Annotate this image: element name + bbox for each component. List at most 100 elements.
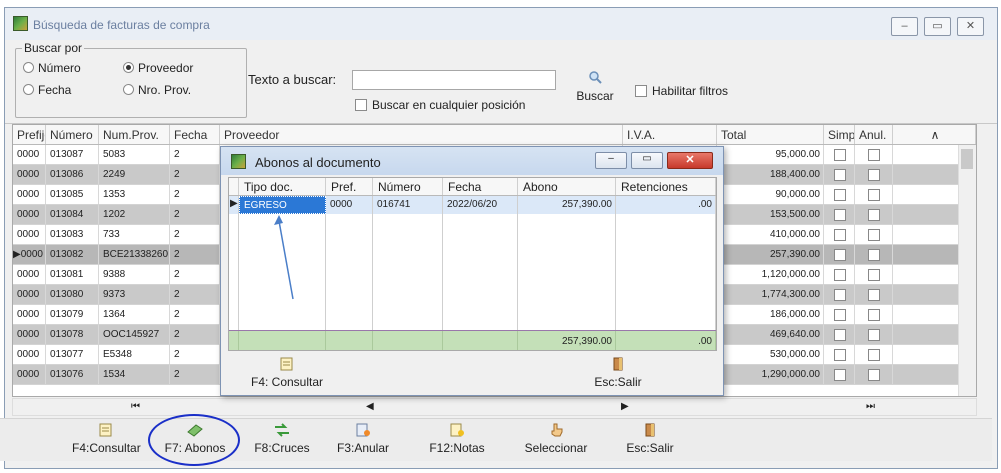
checkbox[interactable] [833,169,846,181]
cell-anul[interactable] [855,145,893,164]
cell-numprov[interactable]: 1534 [99,365,170,384]
radio-nro-prov[interactable]: Nro. Prov. [123,83,191,97]
cell-numero[interactable]: 013083 [46,225,99,244]
col-total[interactable]: Total [717,125,824,144]
cell-fecha[interactable]: 2022/06/20 [443,196,518,214]
checkbox[interactable] [868,369,880,381]
cell-retenciones[interactable]: .00 [616,196,716,214]
checkbox[interactable] [868,249,880,261]
cell-prefijo[interactable]: 0000 [13,185,46,204]
checkbox[interactable] [868,269,880,281]
checkbox[interactable] [833,309,846,321]
cell-prefijo[interactable]: 0000 [13,285,46,304]
cell-fecha[interactable]: 2 [170,165,220,184]
cell-anul[interactable] [855,365,893,384]
cell-numero[interactable]: 013085 [46,185,99,204]
cell-numero[interactable]: 013080 [46,285,99,304]
checkbox[interactable] [833,229,846,241]
cell-total[interactable]: 1,774,300.00 [717,285,824,304]
cell-anul[interactable] [855,345,893,364]
dialog-maximize-button[interactable]: ▭ [631,152,663,169]
seleccionar-button[interactable]: Seleccionar [520,423,592,455]
cell-total[interactable]: 469,640.00 [717,325,824,344]
maximize-button[interactable]: ▭ [924,17,951,36]
anywhere-checkbox[interactable]: Buscar en cualquier posición [355,98,525,112]
cell-total[interactable]: 410,000.00 [717,225,824,244]
radio-circle[interactable] [123,84,134,95]
filters-checkbox[interactable]: Habilitar filtros [635,84,728,98]
cell-numprov[interactable]: 9388 [99,265,170,284]
dialog-consultar-button[interactable]: F4: Consultar [251,357,323,389]
cell-numprov[interactable]: BCE21338260 [99,245,170,264]
checkbox[interactable] [833,349,846,361]
cell-anul[interactable] [855,185,893,204]
cell-anul[interactable] [855,205,893,224]
close-button[interactable]: ✕ [957,17,984,36]
checkbox-box[interactable] [635,85,647,97]
cell-prefijo[interactable]: 0000 [13,265,46,284]
cell-numprov[interactable]: OOC145927 [99,325,170,344]
cell-fecha[interactable]: 2 [170,185,220,204]
cell-anul[interactable] [855,305,893,324]
horizontal-scrollbar[interactable]: ⏮ ◀ ▶ ⏭ [12,398,977,416]
cell-fecha[interactable]: 2 [170,285,220,304]
radio-fecha[interactable]: Fecha [23,83,71,97]
cell-simp[interactable] [824,325,855,344]
cell-numprov[interactable]: 2249 [99,165,170,184]
header-scroll-up[interactable]: ∧ [893,125,976,144]
cell-simp[interactable] [824,145,855,164]
notas-button[interactable]: F12:Notas [424,423,490,455]
cell-anul[interactable] [855,225,893,244]
checkbox-box[interactable] [355,99,367,111]
col-iva[interactable]: I.V.A. [623,125,717,144]
cell-prefijo[interactable]: 0000 [13,345,46,364]
cell-prefijo[interactable]: 0000 [13,325,46,344]
cell-total[interactable]: 1,120,000.00 [717,265,824,284]
dialog-salir-button[interactable]: Esc:Salir [591,357,645,389]
col-proveedor[interactable]: Proveedor [220,125,623,144]
cell-numprov[interactable]: 1364 [99,305,170,324]
cell-numero[interactable]: 013081 [46,265,99,284]
cell-prefijo[interactable]: 0000 [13,145,46,164]
cell-anul[interactable] [855,245,893,264]
prev-arrow-icon[interactable]: ◀ [366,401,374,412]
cell-numero[interactable]: 013084 [46,205,99,224]
col-numero[interactable]: Número [46,125,99,144]
col-prefijo[interactable]: Prefijo [13,125,46,144]
cell-simp[interactable] [824,205,855,224]
col-fecha[interactable]: Fecha [443,178,518,195]
search-button[interactable]: Buscar [575,70,615,103]
col-numprov[interactable]: Num.Prov. [99,125,170,144]
cell-total[interactable]: 153,500.00 [717,205,824,224]
col-retenciones[interactable]: Retenciones [616,178,716,195]
dialog-minimize-button[interactable]: – [595,152,627,169]
cell-fecha[interactable]: 2 [170,345,220,364]
cell-simp[interactable] [824,265,855,284]
col-anul[interactable]: Anul. [855,125,893,144]
vertical-scrollbar[interactable]: ∨ [958,145,976,396]
cell-prefijo[interactable]: 0000 [13,305,46,324]
checkbox[interactable] [833,149,846,161]
col-abono[interactable]: Abono [518,178,616,195]
cell-simp[interactable] [824,245,855,264]
checkbox[interactable] [868,169,880,181]
cell-abono[interactable]: 257,390.00 [518,196,616,214]
cell-fecha[interactable]: 2 [170,305,220,324]
cell-total[interactable]: 530,000.00 [717,345,824,364]
cell-numero[interactable]: 013086 [46,165,99,184]
cell-prefijo[interactable]: 0000 [13,225,46,244]
cell-numero[interactable]: 013077 [46,345,99,364]
cell-numero[interactable]: 013076 [46,365,99,384]
col-simp[interactable]: Simp. [824,125,855,144]
col-fecha[interactable]: Fecha [170,125,220,144]
salir-button[interactable]: Esc:Salir [620,423,680,455]
cell-fecha[interactable]: 2 [170,205,220,224]
cell-simp[interactable] [824,345,855,364]
dialog-close-button[interactable]: ✕ [667,152,713,169]
cell-tipo[interactable]: EGRESO [239,196,326,214]
checkbox[interactable] [868,209,880,221]
scroll-thumb[interactable] [961,149,973,169]
cell-numprov[interactable]: 733 [99,225,170,244]
checkbox[interactable] [868,289,880,301]
cell-numprov[interactable]: 1202 [99,205,170,224]
